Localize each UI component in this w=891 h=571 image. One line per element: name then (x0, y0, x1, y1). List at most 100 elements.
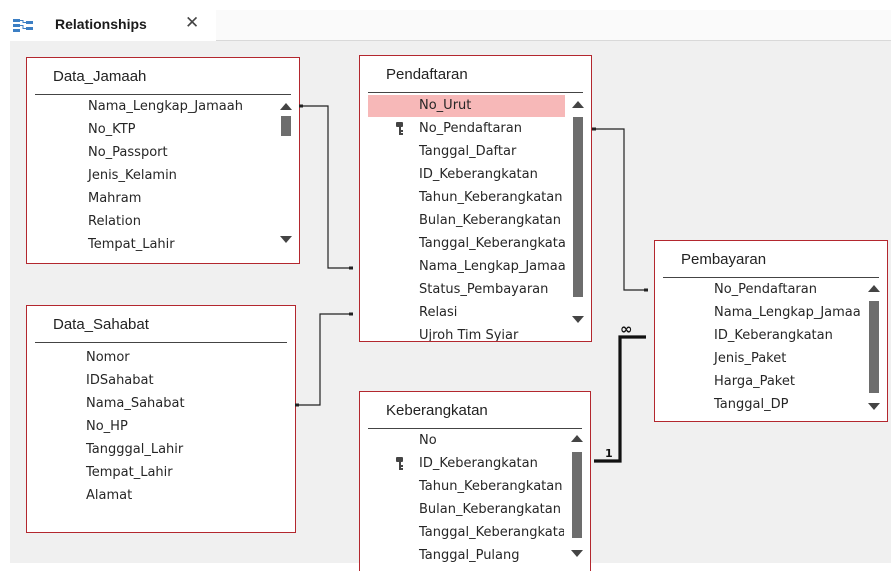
field-name: Tangggal_Lahir (86, 442, 184, 457)
field-name: Tempat_Lahir (86, 465, 173, 480)
field-row[interactable]: No_KTP (27, 119, 273, 141)
vertical-scrollbar[interactable] (865, 279, 883, 417)
field-list: Nama_Lengkap_Jamaah No_KTP No_Passport J… (27, 95, 273, 263)
field-row[interactable]: Mahram (27, 188, 273, 210)
table-title[interactable]: Keberangkatan (386, 402, 488, 419)
field-row[interactable]: Tahun_Keberangkatan (360, 476, 564, 498)
field-name: Nama_Lengkap_Jamaah (88, 99, 243, 114)
field-row[interactable]: Tanggal_Keberangkatan (360, 522, 564, 544)
field-row[interactable]: Relasi (360, 302, 565, 324)
field-row[interactable]: Tahun_Keberangkatan (360, 187, 565, 209)
field-name: Tempat_Lahir (88, 237, 175, 252)
field-name: No_HP (86, 419, 128, 434)
table-title[interactable]: Pendaftaran (386, 66, 468, 83)
field-name: IDSahabat (86, 373, 154, 388)
field-row[interactable]: No_Pendaftaran (360, 118, 565, 140)
field-name: Tahun_Keberangkatan (419, 190, 563, 205)
field-name: Nomor (86, 350, 130, 365)
table-data-sahabat[interactable]: Data_Sahabat Nomor IDSahabat Nama_Sahaba… (26, 305, 296, 533)
tab-label: Relationships (55, 16, 147, 32)
field-row[interactable]: Jenis_Kelamin (27, 165, 273, 187)
scroll-thumb[interactable] (281, 116, 291, 136)
scroll-down-icon[interactable] (571, 550, 583, 557)
vertical-scrollbar[interactable] (569, 94, 587, 337)
field-row[interactable]: No_Passport (27, 142, 273, 164)
table-title[interactable]: Data_Jamaah (53, 68, 146, 85)
field-name: ID_Keberangkatan (419, 456, 538, 471)
field-row[interactable]: Harga_Paket (655, 371, 861, 393)
field-row[interactable]: Relation (27, 211, 273, 233)
scroll-down-icon[interactable] (572, 316, 584, 323)
table-pendaftaran[interactable]: Pendaftaran No_Urut No_Pendaftaran Tangg… (359, 55, 592, 342)
field-row[interactable]: ID_Keberangkatan (360, 164, 565, 186)
field-name: Ujroh Tim Syiar (419, 328, 519, 341)
field-name: Nama_Sahabat (86, 396, 185, 411)
field-row[interactable]: Tanggal_Daftar (360, 141, 565, 163)
close-icon[interactable]: ✕ (185, 13, 199, 33)
tab-relationships[interactable]: Relationships ✕ (0, 10, 217, 41)
scroll-up-icon[interactable] (868, 285, 880, 292)
field-row[interactable]: Tanggal_DP (655, 394, 861, 416)
vertical-scrollbar[interactable] (277, 96, 295, 259)
field-name: Tanggal_Daftar (419, 144, 517, 159)
field-row[interactable]: No_Pendaftaran (655, 279, 861, 301)
field-name: Tanggal_Pulang (419, 548, 520, 563)
field-name: Nama_Lengkap_Jamaah (714, 305, 861, 320)
scroll-down-icon[interactable] (280, 236, 292, 243)
field-row[interactable]: ID_Keberangkatan (655, 325, 861, 347)
scroll-thumb[interactable] (869, 301, 879, 393)
scroll-down-icon[interactable] (868, 403, 880, 410)
field-list: No ID_Keberangkatan Tahun_Keberangkatan … (360, 429, 564, 571)
table-title[interactable]: Data_Sahabat (53, 316, 149, 333)
field-row[interactable]: Nama_Lengkap_Jamaah (360, 256, 565, 278)
field-name: Jenis_Kelamin (88, 168, 177, 183)
primary-key-icon (396, 457, 403, 470)
field-row[interactable]: Status_Pembayaran (360, 279, 565, 301)
field-row[interactable]: Nama_Lengkap_Jamaah (27, 96, 273, 118)
scroll-up-icon[interactable] (280, 103, 292, 110)
field-row[interactable]: Tempat_Lahir (27, 234, 273, 256)
field-row[interactable]: No (360, 430, 564, 452)
field-name: No_KTP (88, 122, 136, 137)
field-row[interactable]: ID_Keberangkatan (360, 453, 564, 475)
table-data-jamaah[interactable]: Data_Jamaah Nama_Lengkap_Jamaah No_KTP N… (26, 57, 300, 264)
field-row-selected[interactable]: No_Urut (368, 95, 565, 117)
field-name: Mahram (88, 191, 142, 206)
field-name: No_Urut (419, 98, 472, 113)
field-row[interactable]: Alamat (27, 485, 291, 507)
field-row[interactable]: No_HP (27, 416, 291, 438)
field-row[interactable]: Nama_Sahabat (27, 393, 291, 415)
field-row[interactable]: Tempat_Lahir (27, 462, 291, 484)
field-row[interactable]: Jenis_Paket (655, 348, 861, 370)
field-name: ID_Keberangkatan (419, 167, 538, 182)
field-row[interactable]: Ujroh Tim Syiar (360, 325, 565, 341)
field-row[interactable]: Tanggal_Keberangkatan (360, 233, 565, 255)
scroll-up-icon[interactable] (571, 435, 583, 442)
field-row[interactable]: Bulan_Keberangkatan (360, 210, 565, 232)
field-name: Tanggal_DP (714, 397, 789, 412)
scroll-up-icon[interactable] (572, 101, 584, 108)
field-row[interactable]: Tangggal_Lahir (27, 439, 291, 461)
field-row[interactable]: Nama_Lengkap_Jamaah (655, 302, 861, 324)
field-name: Status_Pembayaran (419, 282, 549, 297)
tab-strip (216, 10, 891, 41)
field-name: No_Pendaftaran (419, 121, 522, 136)
field-row[interactable]: Nomor (27, 347, 291, 369)
field-name: Alamat (86, 488, 133, 503)
field-name: Jenis_Paket (714, 351, 787, 366)
tab-bar: Relationships ✕ (0, 0, 891, 41)
field-name: No_Pendaftaran (714, 282, 817, 297)
table-keberangkatan[interactable]: Keberangkatan No ID_Keberangkatan Tahun_… (359, 391, 591, 571)
field-name: Tanggal_Keberangkatan (419, 525, 564, 540)
table-pembayaran[interactable]: Pembayaran No_Pendaftaran Nama_Lengkap_J… (654, 240, 888, 422)
vertical-scrollbar[interactable] (568, 430, 586, 571)
scroll-thumb[interactable] (572, 452, 582, 538)
field-row[interactable]: Bulan_Keberangkatan (360, 499, 564, 521)
field-row[interactable]: Tanggal_Pulang (360, 545, 564, 567)
field-row[interactable]: IDSahabat (27, 370, 291, 392)
table-title[interactable]: Pembayaran (681, 251, 766, 268)
field-name: Harga_Paket (714, 374, 795, 389)
scroll-thumb[interactable] (573, 117, 583, 297)
field-name: Tanggal_Keberangkatan (419, 236, 565, 251)
primary-key-icon (396, 122, 403, 135)
